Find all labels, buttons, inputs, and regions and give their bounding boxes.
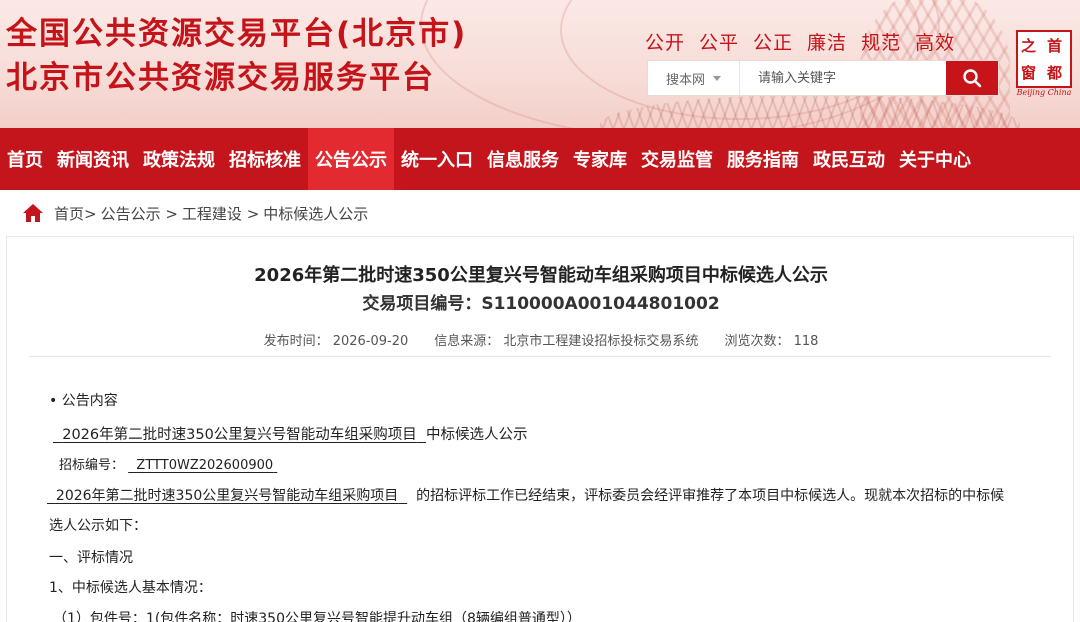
section-evaluation: 一、评标情况 bbox=[49, 550, 133, 566]
info-source: 信息来源： 北京市工程建设招标投标交易系统 bbox=[434, 334, 699, 349]
bid-number-line: 招标编号： ZTTT0WZ202600900 bbox=[59, 454, 277, 473]
logo-char: 首 bbox=[1047, 37, 1063, 55]
nav-item-bid-approval[interactable]: 招标核准 bbox=[222, 128, 308, 190]
nav-item-news[interactable]: 新闻资讯 bbox=[50, 128, 136, 190]
breadcrumb-home[interactable]: 首页> bbox=[54, 203, 97, 224]
slogan: 公平 bbox=[699, 32, 740, 54]
logo-char: 之 bbox=[1021, 37, 1037, 55]
search-input[interactable] bbox=[740, 61, 946, 95]
slogan: 规范 bbox=[861, 32, 902, 54]
nav-item-service-guide[interactable]: 服务指南 bbox=[720, 128, 806, 190]
section-label: • 公告内容 bbox=[49, 393, 118, 409]
logo-char: 窗 bbox=[1021, 64, 1037, 82]
breadcrumb: 首页> 公告公示 > 工程建设 > 中标候选人公示 bbox=[22, 199, 368, 227]
search-scope-label: 搜本网 bbox=[665, 72, 705, 88]
site-title-national: 全国公共资源交易平台(北京市) bbox=[6, 16, 468, 52]
slogans: 公开 公平 公正 廉洁 规范 高效 bbox=[645, 28, 955, 55]
logo-seal: 之 首 窗 都 bbox=[1016, 30, 1072, 88]
article-title: 2026年第二批时速350公里复兴号智能动车组采购项目中标候选人公示 bbox=[254, 265, 828, 286]
logo-char: 都 bbox=[1047, 64, 1063, 82]
article-meta: 发布时间： 2026-09-20 信息来源： 北京市工程建设招标投标交易系统 浏… bbox=[7, 330, 1075, 349]
breadcrumb-announcements[interactable]: 公告公示 > bbox=[101, 203, 178, 224]
nav-item-experts[interactable]: 专家库 bbox=[566, 128, 634, 190]
capital-window-logo[interactable]: 之 首 窗 都 Beijing China bbox=[1012, 30, 1074, 100]
notice-heading: 2026年第二批时速350公里复兴号智能动车组采购项目 中标候选人公示 bbox=[53, 423, 528, 444]
intro-project-name: 2026年第二批时速350公里复兴号智能动车组采购项目 bbox=[55, 488, 399, 504]
publish-date: 发布时间： 2026-09-20 bbox=[263, 334, 409, 349]
section-candidate-info: 1、中标候选人基本情况： bbox=[49, 580, 212, 596]
search-scope-select[interactable]: 搜本网 bbox=[648, 61, 740, 95]
search-icon bbox=[963, 69, 982, 88]
chevron-down-icon bbox=[713, 75, 721, 81]
breadcrumb-current: 中标候选人公示 bbox=[263, 204, 369, 223]
nav-item-announcements[interactable]: 公告公示 bbox=[308, 128, 394, 190]
nav-item-supervision[interactable]: 交易监管 bbox=[634, 128, 720, 190]
nav-item-info-service[interactable]: 信息服务 bbox=[480, 128, 566, 190]
article-panel: 2026年第二批时速350公里复兴号智能动车组采购项目中标候选人公示 交易项目编… bbox=[6, 236, 1074, 622]
home-icon bbox=[23, 204, 43, 222]
nav-item-policy[interactable]: 政策法规 bbox=[136, 128, 222, 190]
bid-number-label: 招标编号： bbox=[59, 458, 125, 473]
logo-english: Beijing China bbox=[1016, 88, 1072, 97]
slogan: 公正 bbox=[753, 32, 794, 54]
slogan: 廉洁 bbox=[807, 32, 848, 54]
search-button[interactable] bbox=[946, 61, 998, 95]
notice-project-name: 2026年第二批时速350公里复兴号智能动车组采购项目 bbox=[62, 427, 417, 443]
article-project-number: 交易项目编号：S110000A001044801002 bbox=[362, 294, 720, 314]
nav-item-about[interactable]: 关于中心 bbox=[892, 128, 978, 190]
search-bar: 搜本网 bbox=[647, 60, 999, 96]
divider bbox=[29, 356, 1051, 357]
intro-paragraph: 2026年第二批时速350公里复兴号智能动车组采购项目 的招标评标工作已经结束，… bbox=[47, 485, 1004, 505]
view-count: 浏览次数： 118 bbox=[724, 334, 819, 349]
intro-paragraph-continued: 选人公示如下： bbox=[49, 518, 147, 534]
bid-number-value: ZTTT0WZ202600900 bbox=[136, 458, 274, 473]
nav-item-unified-entry[interactable]: 统一入口 bbox=[394, 128, 480, 190]
slogan: 高效 bbox=[915, 32, 956, 54]
site-header: 全国公共资源交易平台(北京市) 北京市公共资源交易服务平台 公开 公平 公正 廉… bbox=[0, 0, 1080, 128]
nav-item-home[interactable]: 首页 bbox=[0, 128, 50, 190]
notice-heading-suffix: 中标候选人公示 bbox=[426, 427, 528, 443]
nav-item-interaction[interactable]: 政民互动 bbox=[806, 128, 892, 190]
package-line: （1）包件号：1(包件名称：时速350公里复兴号智能提升动车组（8辆编组普通型）… bbox=[53, 611, 581, 622]
slogan: 公开 bbox=[645, 32, 686, 54]
main-nav: 首页 新闻资讯 政策法规 招标核准 公告公示 统一入口 信息服务 专家库 交易监… bbox=[0, 128, 1080, 190]
site-title-beijing: 北京市公共资源交易服务平台 bbox=[6, 60, 435, 96]
breadcrumb-construction[interactable]: 工程建设 > bbox=[182, 203, 259, 224]
